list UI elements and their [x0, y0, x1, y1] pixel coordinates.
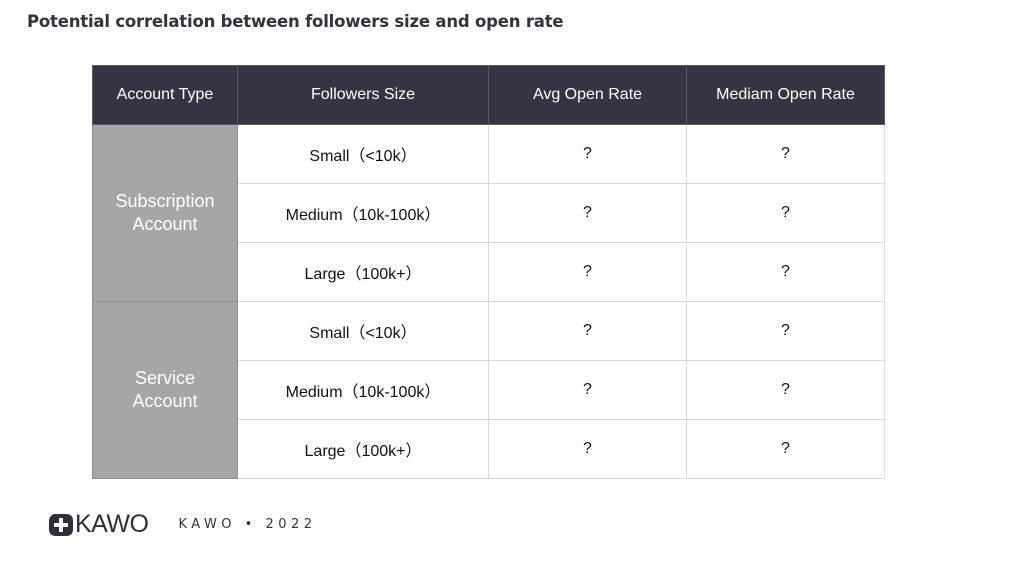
median-open-rate-cell: ? — [686, 360, 885, 420]
followers-size-cell: Medium（10k-100k） — [237, 360, 489, 420]
account-type-line2: Account — [132, 214, 198, 234]
table-row: Subscription Account Small（<10k） ? ? — [92, 124, 885, 302]
footer-text: KAWO • 2022 — [178, 517, 317, 532]
account-type-line1: Subscription — [115, 191, 215, 211]
header-avg-open-rate: Avg Open Rate — [488, 65, 687, 125]
account-type-cell: Subscription Account — [92, 124, 238, 302]
avg-open-rate-cell: ? — [488, 242, 687, 302]
account-type-line2: Account — [132, 391, 198, 411]
correlation-table: Account Type Followers Size Avg Open Rat… — [92, 65, 885, 479]
account-type-cell: Service Account — [92, 301, 238, 479]
avg-open-rate-cell: ? — [488, 419, 687, 479]
followers-size-cell: Medium（10k-100k） — [237, 183, 489, 243]
footer: KAWO KAWO • 2022 — [48, 510, 317, 539]
median-open-rate-cell: ? — [686, 419, 885, 479]
avg-open-rate-cell: ? — [488, 124, 687, 184]
page-title: Potential correlation between followers … — [27, 12, 564, 31]
median-open-rate-cell: ? — [686, 183, 885, 243]
header-account-type: Account Type — [92, 65, 238, 125]
header-followers-size: Followers Size — [237, 65, 489, 125]
kawo-logo-icon — [49, 513, 73, 536]
header-median-open-rate: Mediam Open Rate — [686, 65, 885, 125]
logo-text: KAWO — [75, 510, 149, 538]
median-open-rate-cell: ? — [686, 124, 885, 184]
followers-size-cell: Large（100k+） — [237, 419, 489, 479]
account-type-line1: Service — [134, 368, 196, 388]
followers-size-cell: Large（100k+） — [237, 242, 489, 302]
avg-open-rate-cell: ? — [488, 183, 687, 243]
followers-size-cell: Small（<10k） — [237, 301, 489, 361]
table-header-row: Account Type Followers Size Avg Open Rat… — [92, 65, 885, 125]
avg-open-rate-cell: ? — [488, 301, 687, 361]
median-open-rate-cell: ? — [686, 242, 885, 302]
avg-open-rate-cell: ? — [488, 360, 687, 420]
table-row: Service Account Small（<10k） ? ? — [92, 301, 885, 479]
median-open-rate-cell: ? — [686, 301, 885, 361]
kawo-logo: KAWO — [48, 510, 149, 539]
followers-size-cell: Small（<10k） — [237, 124, 489, 184]
